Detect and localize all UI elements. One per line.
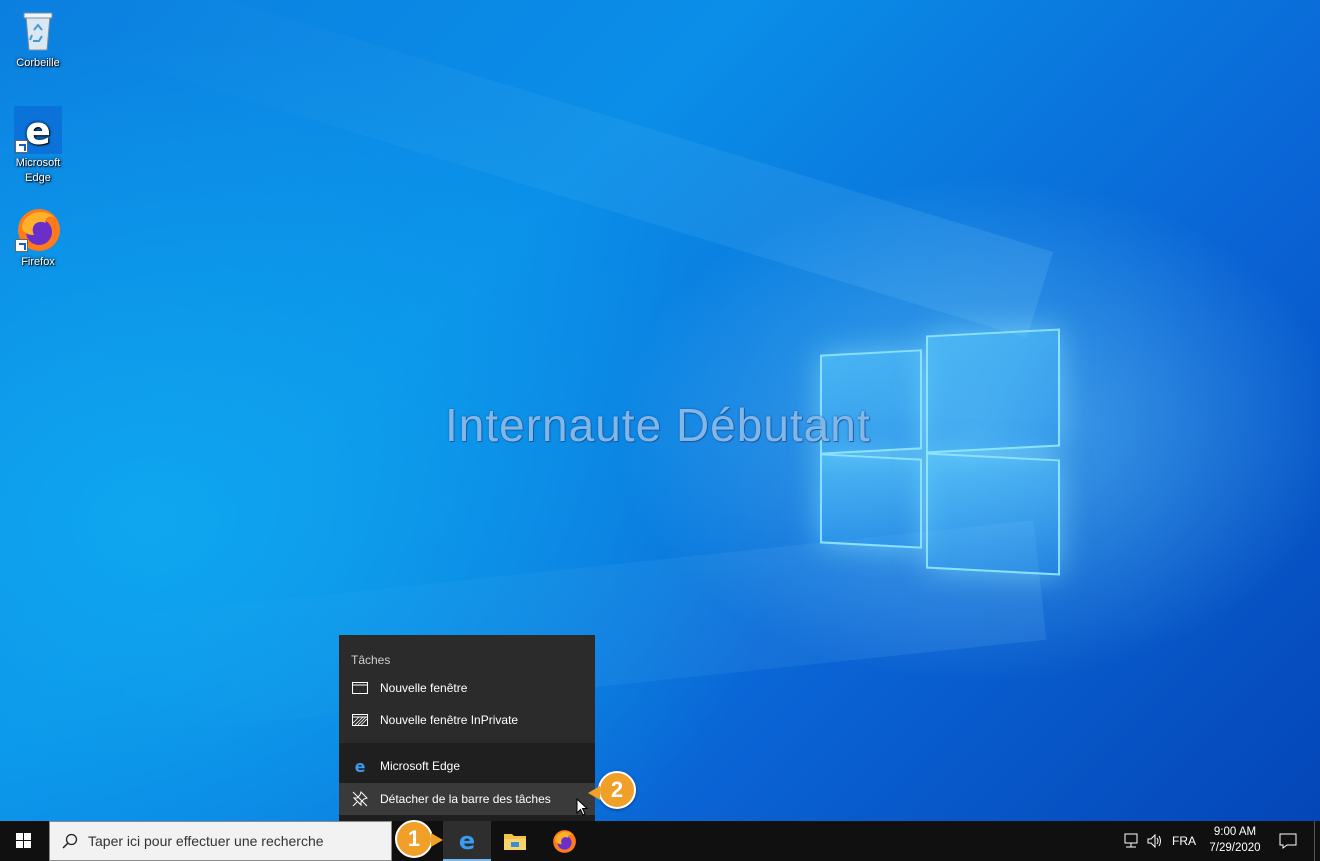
show-desktop-button[interactable] [1314, 821, 1320, 861]
clock-date: 7/29/2020 [1209, 842, 1261, 854]
clock-time: 9:00 AM [1213, 826, 1257, 838]
recycle-bin-icon [14, 6, 62, 54]
taskbar-search-box[interactable]: Taper ici pour effectuer une recherche [49, 821, 392, 861]
network-icon [1124, 833, 1138, 848]
edge-icon: e [14, 106, 62, 154]
svg-text:e: e [25, 109, 51, 153]
desktop-icon-label: Corbeille [16, 57, 60, 69]
shortcut-arrow-icon [15, 239, 28, 252]
jump-list-open-microsoft-edge[interactable]: e Microsoft Edge [339, 750, 595, 782]
desktop-icon-label: Microsoft [15, 157, 61, 169]
edge-icon: e [352, 757, 368, 776]
step-badge-1-pointer [431, 833, 443, 847]
taskbar-clock[interactable]: 9:00 AM 7/29/2020 [1200, 824, 1270, 856]
desktop-icon-microsoft-edge[interactable]: e Microsoft Edge [3, 106, 73, 186]
jump-list-new-window[interactable]: Nouvelle fenêtre [339, 672, 595, 704]
search-icon [62, 833, 78, 849]
svg-text:e: e [355, 758, 366, 774]
jump-list-item-label: Microsoft Edge [380, 759, 461, 773]
step-badge-2: 2 [598, 771, 636, 809]
logo-pane [926, 328, 1060, 454]
edge-jump-list: Tâches Nouvelle fenêtre Nouvelle fenêtre… [339, 635, 595, 821]
desktop: Internaute Débutant Corbeille e Microsof… [0, 0, 1320, 821]
jump-list-item-label: Nouvelle fenêtre InPrivate [380, 713, 519, 727]
start-button[interactable] [0, 821, 48, 861]
window-icon [352, 680, 368, 696]
desktop-icon-firefox[interactable]: Firefox [3, 205, 73, 270]
desktop-icon-recycle-bin[interactable]: Corbeille [3, 6, 73, 71]
windows-start-icon [16, 833, 31, 848]
inprivate-window-icon [352, 712, 368, 728]
taskbar-app-edge[interactable]: e [443, 821, 491, 861]
jump-list-section-title: Tâches [351, 653, 391, 667]
taskbar-app-firefox[interactable] [540, 821, 588, 861]
volume-icon [1147, 833, 1161, 849]
tray-volume[interactable] [1144, 821, 1166, 861]
folder-icon [504, 834, 526, 850]
mouse-cursor-icon [576, 798, 588, 816]
logo-pane [926, 452, 1060, 576]
tray-network[interactable] [1120, 821, 1142, 861]
notification-icon [1279, 833, 1297, 849]
desktop-icon-label: Edge [25, 172, 51, 184]
firefox-icon [14, 205, 62, 253]
jump-list-unpin-from-taskbar[interactable]: Détacher de la barre des tâches [339, 783, 595, 815]
step-badge-2-pointer [588, 786, 600, 800]
taskbar-app-file-explorer[interactable] [491, 821, 539, 861]
firefox-icon [553, 830, 576, 853]
svg-text:e: e [459, 828, 475, 852]
windows-logo [820, 328, 1060, 576]
desktop-icon-label: Firefox [21, 256, 55, 268]
jump-list-new-inprivate-window[interactable]: Nouvelle fenêtre InPrivate [339, 704, 595, 736]
action-center-button[interactable] [1272, 821, 1304, 861]
jump-list-item-label: Nouvelle fenêtre [380, 681, 468, 695]
shortcut-arrow-icon [15, 140, 28, 153]
tray-language[interactable]: FRA [1168, 821, 1200, 861]
unpin-icon [352, 791, 368, 807]
watermark-text: Internaute Débutant [445, 399, 871, 451]
logo-pane [820, 453, 922, 549]
step-badge-1: 1 [395, 820, 433, 858]
search-placeholder: Taper ici pour effectuer une recherche [88, 833, 324, 849]
taskbar: Taper ici pour effectuer une recherche e… [0, 821, 1320, 861]
jump-list-item-label: Détacher de la barre des tâches [380, 792, 551, 806]
edge-icon: e [459, 828, 475, 852]
light-beam [89, 0, 1054, 339]
